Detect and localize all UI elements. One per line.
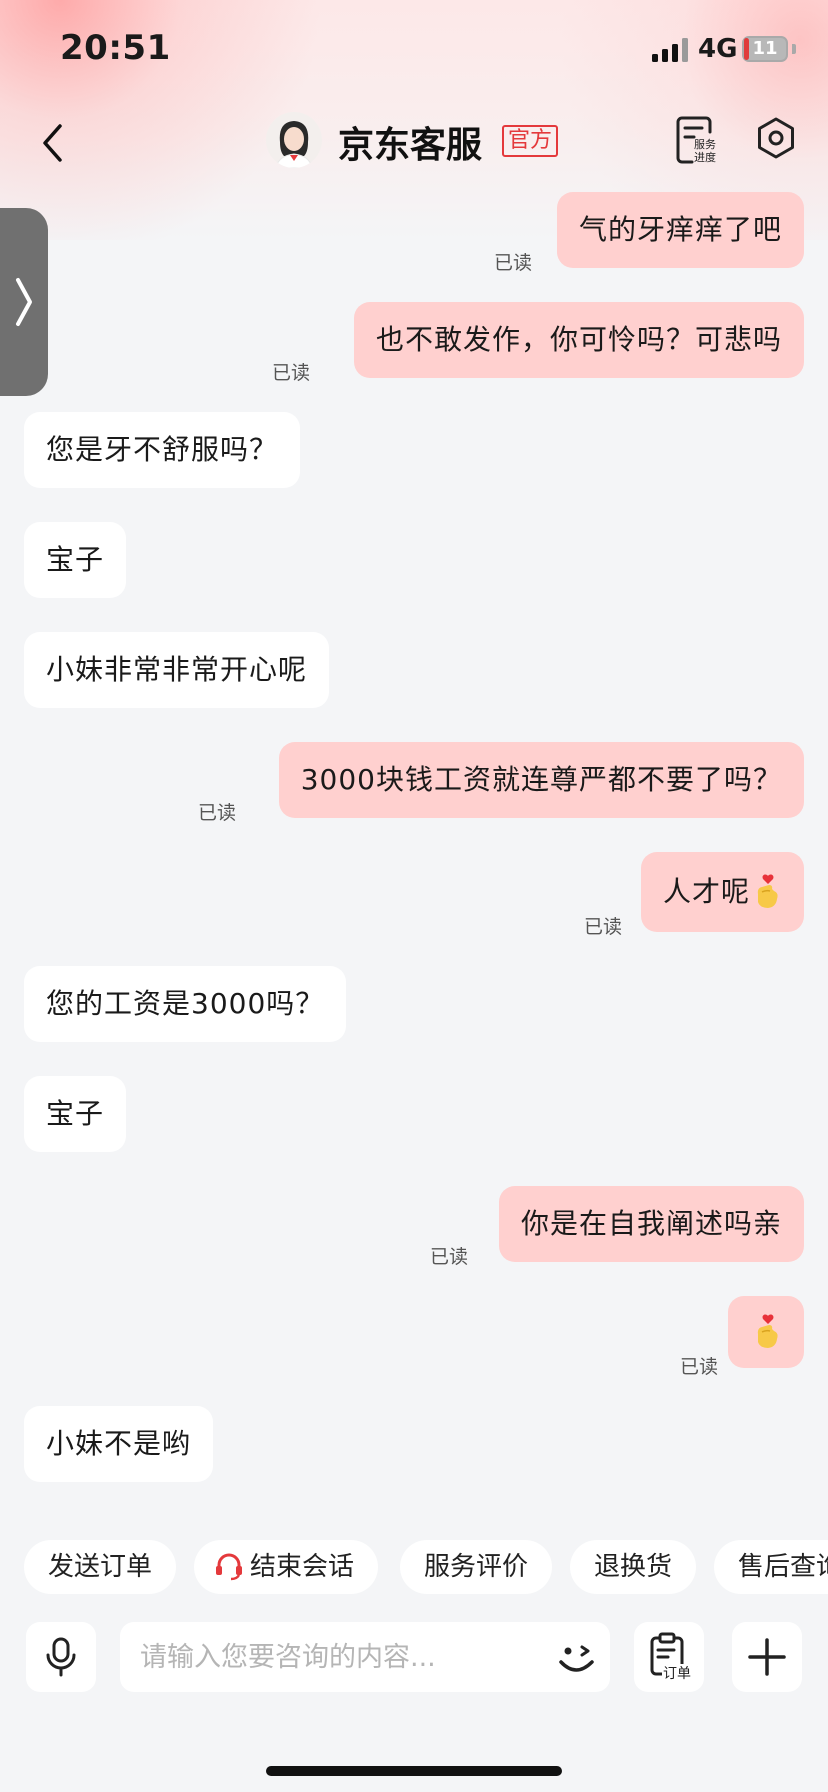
order-button[interactable]: 订单 — [634, 1622, 704, 1692]
message-input-box[interactable] — [120, 1622, 610, 1692]
message-text: 你是在自我阐述吗亲 — [520, 1207, 782, 1240]
official-badge: 官方 — [502, 125, 559, 157]
more-button[interactable] — [732, 1622, 802, 1692]
message-text: 小妹不是哟 — [46, 1427, 192, 1460]
message-input[interactable] — [140, 1622, 540, 1692]
message-bubble-incoming[interactable]: 小妹不是哟 — [24, 1406, 214, 1482]
settings-gear-icon[interactable] — [754, 116, 798, 160]
finger-heart-emoji-icon — [752, 1314, 782, 1350]
battery-icon: 11 — [742, 36, 788, 62]
agent-avatar-image — [266, 112, 322, 168]
service-progress-icon[interactable]: 服务 进度 — [672, 114, 724, 166]
return-exchange-chip[interactable]: 退换货 — [570, 1540, 697, 1594]
message-bubble-outgoing[interactable]: 3000块钱工资就连尊严都不要了吗？ — [278, 742, 804, 818]
page-title: 京东客服 — [338, 125, 483, 166]
chip-label: 服务评价 — [424, 1552, 529, 1582]
network-type: 4G — [698, 34, 738, 64]
message-bubble-incoming[interactable]: 小妹非常非常开心呢 — [24, 632, 330, 708]
read-receipt: 已读 — [272, 362, 311, 384]
message-text: 宝子 — [46, 543, 105, 576]
read-receipt: 已读 — [680, 1356, 719, 1378]
message-bubble-outgoing[interactable]: 你是在自我阐述吗亲 — [498, 1186, 804, 1262]
headset-icon — [216, 1553, 242, 1581]
message-bubble-outgoing[interactable]: 也不敢发作，你可怜吗？可悲吗 — [353, 302, 804, 378]
message-bubble-incoming[interactable]: 您的工资是3000吗？ — [24, 966, 347, 1042]
service-progress-label-2: 进度 — [694, 150, 716, 164]
finger-heart-emoji-icon — [752, 874, 782, 910]
message-text: 您的工资是3000吗？ — [46, 987, 325, 1020]
chip-label: 售后查询 — [738, 1552, 828, 1582]
after-sales-query-chip[interactable]: 售后查询 — [714, 1540, 828, 1594]
composer-bar: 订单 — [0, 1622, 828, 1698]
message-bubble-incoming[interactable]: 您是牙不舒服吗？ — [24, 412, 301, 488]
message-bubble-outgoing[interactable]: 气的牙痒痒了吧 — [556, 192, 804, 268]
message-bubble-incoming[interactable]: 宝子 — [24, 522, 127, 598]
status-time: 20:51 — [60, 28, 171, 68]
send-order-chip[interactable]: 发送订单 — [24, 1540, 177, 1594]
message-text: 您是牙不舒服吗？ — [46, 433, 279, 466]
battery-percent: 11 — [752, 38, 778, 59]
read-receipt: 已读 — [198, 802, 237, 824]
chip-label: 发送订单 — [48, 1552, 153, 1582]
message-text: 宝子 — [46, 1097, 105, 1130]
chat-header: 京东客服 官方 服务 进度 — [0, 100, 828, 188]
signal-icon — [652, 38, 688, 62]
chip-label: 退换货 — [594, 1552, 673, 1582]
chip-label: 结束会话 — [250, 1552, 355, 1582]
emoji-wink-icon[interactable] — [552, 1634, 600, 1682]
agent-avatar[interactable] — [266, 112, 322, 168]
read-receipt: 已读 — [494, 252, 533, 274]
battery-tip — [792, 44, 796, 54]
message-bubble-incoming[interactable]: 宝子 — [24, 1076, 127, 1152]
voice-button[interactable] — [26, 1622, 96, 1692]
plus-icon — [748, 1638, 786, 1676]
message-text: 也不敢发作，你可怜吗？可悲吗 — [375, 323, 782, 356]
message-text: 人才呢 — [662, 875, 750, 908]
message-bubble-outgoing[interactable] — [728, 1296, 804, 1368]
message-text: 气的牙痒痒了吧 — [578, 213, 782, 246]
status-bar: 20:51 4G 11 — [0, 0, 828, 100]
message-text: 小妹非常非常开心呢 — [46, 653, 308, 686]
message-text: 3000块钱工资就连尊严都不要了吗？ — [300, 763, 782, 796]
service-progress-label-1: 服务 — [694, 138, 716, 151]
message-bubble-outgoing[interactable]: 人才呢 — [640, 852, 804, 932]
end-session-chip[interactable]: 结束会话 — [194, 1540, 379, 1594]
order-clipboard-icon: 订单 — [650, 1632, 691, 1682]
chevron-left-icon — [43, 124, 62, 162]
order-button-label: 订单 — [663, 1666, 691, 1682]
microphone-icon — [46, 1637, 76, 1677]
read-receipt: 已读 — [584, 916, 623, 938]
service-rating-chip[interactable]: 服务评价 — [400, 1540, 553, 1594]
read-receipt: 已读 — [430, 1246, 469, 1268]
back-button[interactable] — [28, 118, 78, 168]
side-drawer-handle[interactable] — [0, 208, 48, 396]
quick-actions-bar: 发送订单 结束会话 服务评价 退换货 售后查询 — [0, 1540, 828, 1596]
home-indicator — [266, 1766, 562, 1776]
chevron-right-icon — [16, 278, 32, 326]
